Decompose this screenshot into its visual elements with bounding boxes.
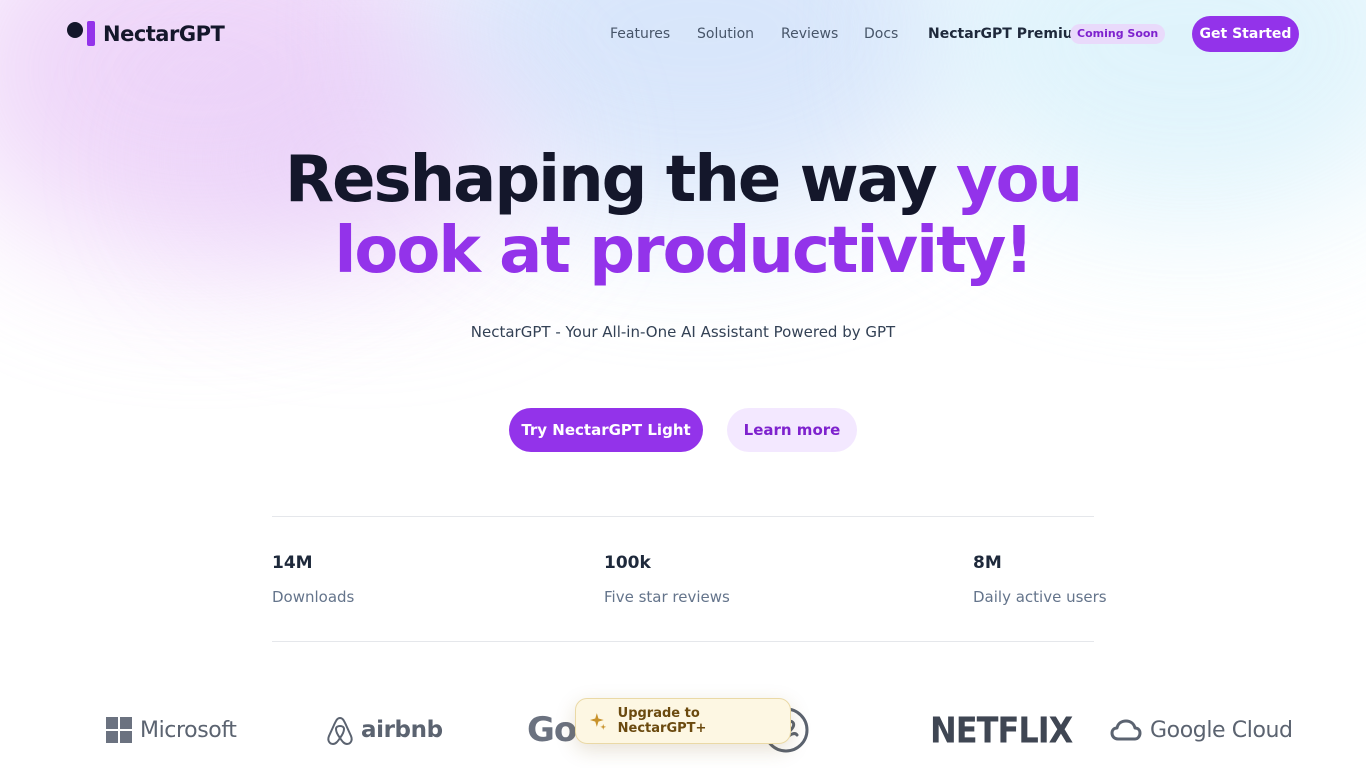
- logo-dot: [67, 22, 83, 38]
- stat-downloads: 14M Downloads: [272, 552, 354, 607]
- nav-link-docs[interactable]: Docs: [864, 26, 898, 42]
- stats-divider-top: [272, 516, 1094, 517]
- google-wordmark: Go: [527, 710, 577, 750]
- landing-page: NectarGPT Features Solution Reviews Docs…: [0, 0, 1366, 768]
- try-light-button[interactable]: Try NectarGPT Light: [509, 408, 703, 452]
- hero-subtitle: NectarGPT - Your All-in-One AI Assistant…: [470, 323, 896, 341]
- hero-title-accent: you: [955, 143, 1083, 217]
- upgrade-button[interactable]: Upgrade to NectarGPT+: [575, 698, 791, 744]
- hero-title-line-1: Reshaping the way you: [0, 145, 1366, 215]
- stats-divider-bottom: [272, 641, 1094, 642]
- netflix-logo: NETFLIX: [930, 705, 1073, 755]
- upgrade-label: Upgrade to NectarGPT+: [617, 706, 707, 736]
- coming-soon-badge: Coming Soon: [1070, 24, 1166, 44]
- logo-icon: [67, 21, 95, 46]
- hero-title-line-2: look at productivity!: [334, 214, 1033, 288]
- google-cloud-wordmark: Google Cloud: [1150, 717, 1293, 743]
- cloud-icon: [1110, 719, 1142, 741]
- netflix-wordmark: NETFLIX: [930, 708, 1073, 752]
- airbnb-wordmark: airbnb: [361, 717, 443, 743]
- stat-value: 100k: [604, 553, 651, 573]
- stat-label: Daily active users: [973, 588, 1107, 606]
- sparkle-icon: [589, 713, 607, 730]
- logo-bar: [87, 21, 95, 46]
- brand-name: NectarGPT: [103, 21, 225, 46]
- nav-link-features[interactable]: Features: [610, 26, 670, 42]
- stat-value: 14M: [272, 553, 313, 573]
- stat-label: Downloads: [272, 588, 355, 606]
- microsoft-logo: Microsoft: [106, 705, 237, 755]
- google-logo: Go: [527, 705, 577, 755]
- microsoft-squares-icon: [106, 717, 132, 743]
- stat-active-users: 8M Daily active users: [973, 552, 1107, 607]
- stat-label: Five star reviews: [604, 588, 730, 606]
- hero-title-dark: Reshaping the way: [284, 143, 956, 217]
- get-started-button[interactable]: Get Started: [1192, 16, 1299, 52]
- brand-logo[interactable]: NectarGPT: [67, 21, 225, 46]
- microsoft-wordmark: Microsoft: [140, 717, 237, 743]
- airbnb-belo-icon: [327, 717, 353, 745]
- stat-reviews: 100k Five star reviews: [604, 552, 730, 607]
- nav-link-solution[interactable]: Solution: [697, 26, 754, 42]
- learn-more-button[interactable]: Learn more: [727, 408, 857, 452]
- nav-link-premium[interactable]: NectarGPT Premium: [928, 26, 1087, 42]
- stat-value: 8M: [973, 553, 1002, 573]
- nav-link-reviews[interactable]: Reviews: [781, 26, 838, 42]
- google-cloud-logo: Google Cloud: [1110, 705, 1293, 755]
- airbnb-logo: airbnb: [325, 705, 443, 755]
- site-header: NectarGPT Features Solution Reviews Docs…: [0, 0, 1366, 68]
